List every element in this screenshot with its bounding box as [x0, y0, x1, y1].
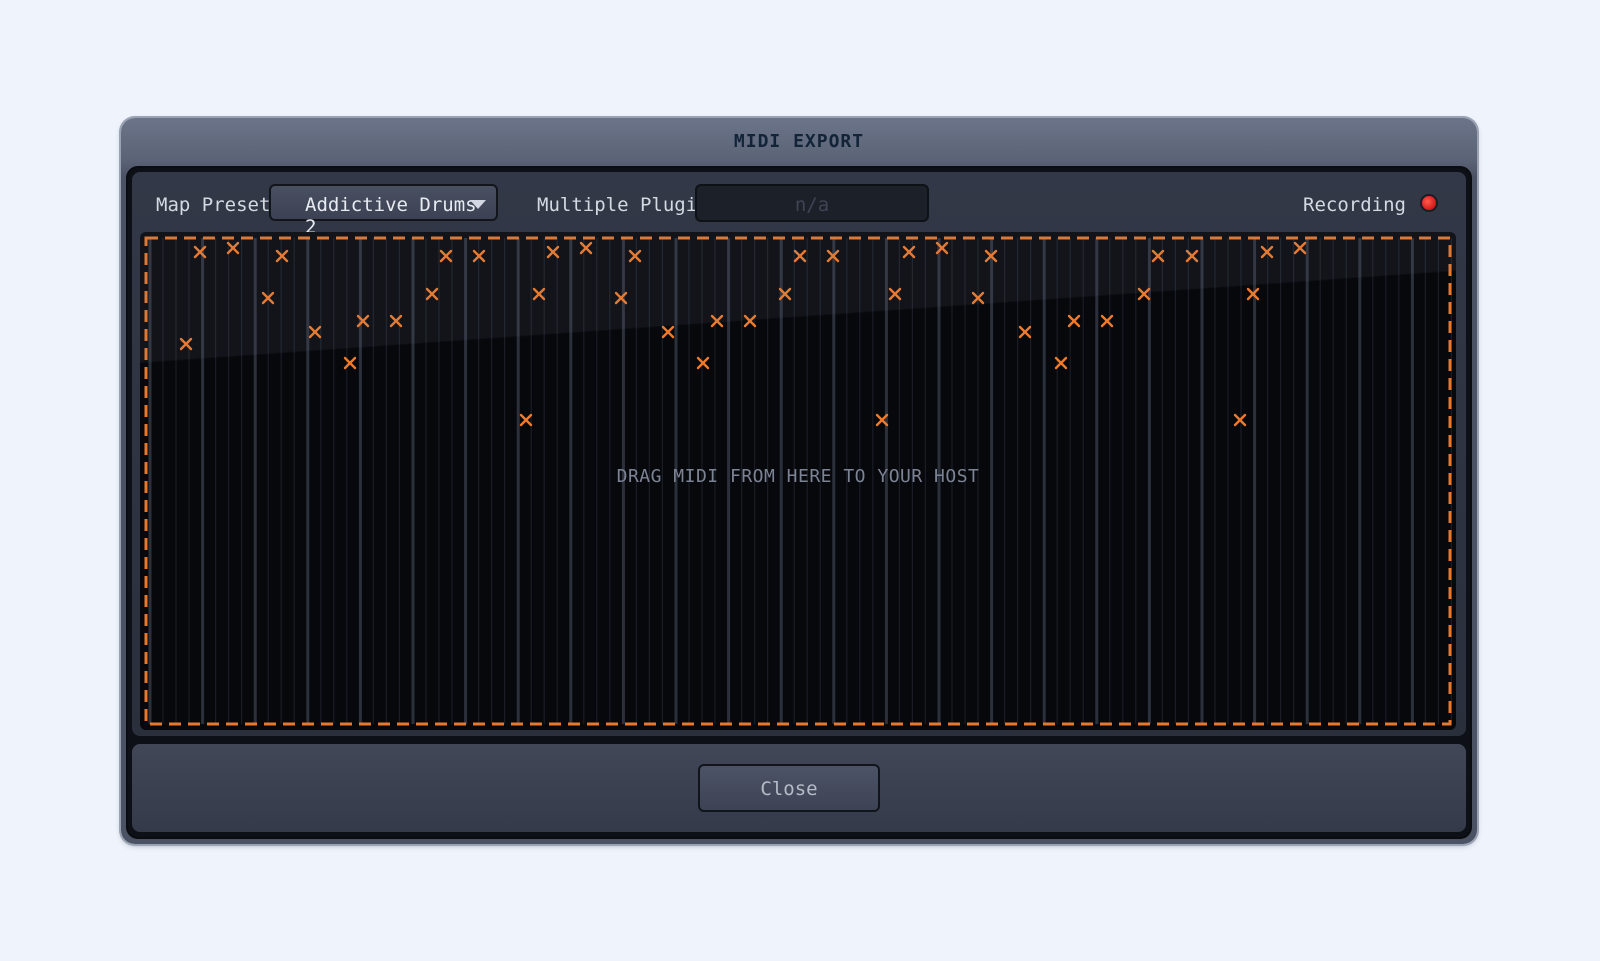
close-button[interactable]: Close: [698, 764, 880, 812]
close-button-label: Close: [760, 778, 818, 800]
midi-note-x-icon: [532, 287, 546, 301]
map-preset-label: Map Preset: [156, 194, 271, 216]
drag-instruction: DRAG MIDI FROM HERE TO YOUR HOST: [616, 466, 980, 487]
midi-note-x-icon: [546, 245, 560, 259]
midi-note-x-icon: [275, 249, 289, 263]
midi-note-x-icon: [308, 325, 322, 339]
midi-note-x-icon: [1233, 413, 1247, 427]
recording-label: Recording: [1303, 194, 1406, 216]
midi-note-x-icon: [710, 314, 724, 328]
map-preset-dropdown[interactable]: Addictive Drums 2: [269, 184, 498, 238]
midi-note-x-icon: [661, 325, 675, 339]
multiple-plugins-field: n/a: [695, 184, 929, 222]
midi-note-x-icon: [1137, 287, 1151, 301]
midi-note-x-icon: [1246, 287, 1260, 301]
midi-note-x-icon: [519, 413, 533, 427]
multiple-plugins-value: n/a: [794, 194, 830, 216]
midi-note-x-icon: [628, 249, 642, 263]
midi-note-x-icon: [439, 249, 453, 263]
export-panel: Map Preset Addictive Drums 2 Multiple Pl…: [132, 172, 1466, 736]
midi-note-x-icon: [1293, 241, 1307, 255]
midi-note-x-icon: [888, 287, 902, 301]
midi-note-x-icon: [1100, 314, 1114, 328]
dialog-body: Map Preset Addictive Drums 2 Multiple Pl…: [126, 166, 1472, 839]
footer-panel: Close: [132, 744, 1466, 832]
title-bar[interactable]: MIDI EXPORT: [121, 118, 1477, 164]
midi-note-x-icon: [743, 314, 757, 328]
recording-indicator-icon: [1422, 196, 1436, 210]
midi-note-x-icon: [226, 241, 240, 255]
dialog-title: MIDI EXPORT: [733, 131, 865, 152]
midi-export-dialog: MIDI EXPORT Map Preset Addictive Drums 2…: [121, 118, 1477, 844]
midi-note-x-icon: [1018, 325, 1032, 339]
chevron-down-icon: [470, 200, 486, 209]
midi-note-x-icon: [1151, 249, 1165, 263]
midi-drag-area[interactable]: DRAG MIDI FROM HERE TO YOUR HOST: [140, 232, 1456, 730]
midi-note-x-icon: [793, 249, 807, 263]
midi-note-x-icon: [579, 241, 593, 255]
midi-note-x-icon: [425, 287, 439, 301]
multiple-plugins-label: Multiple Plugins: [537, 194, 721, 216]
midi-note-x-icon: [696, 356, 710, 370]
